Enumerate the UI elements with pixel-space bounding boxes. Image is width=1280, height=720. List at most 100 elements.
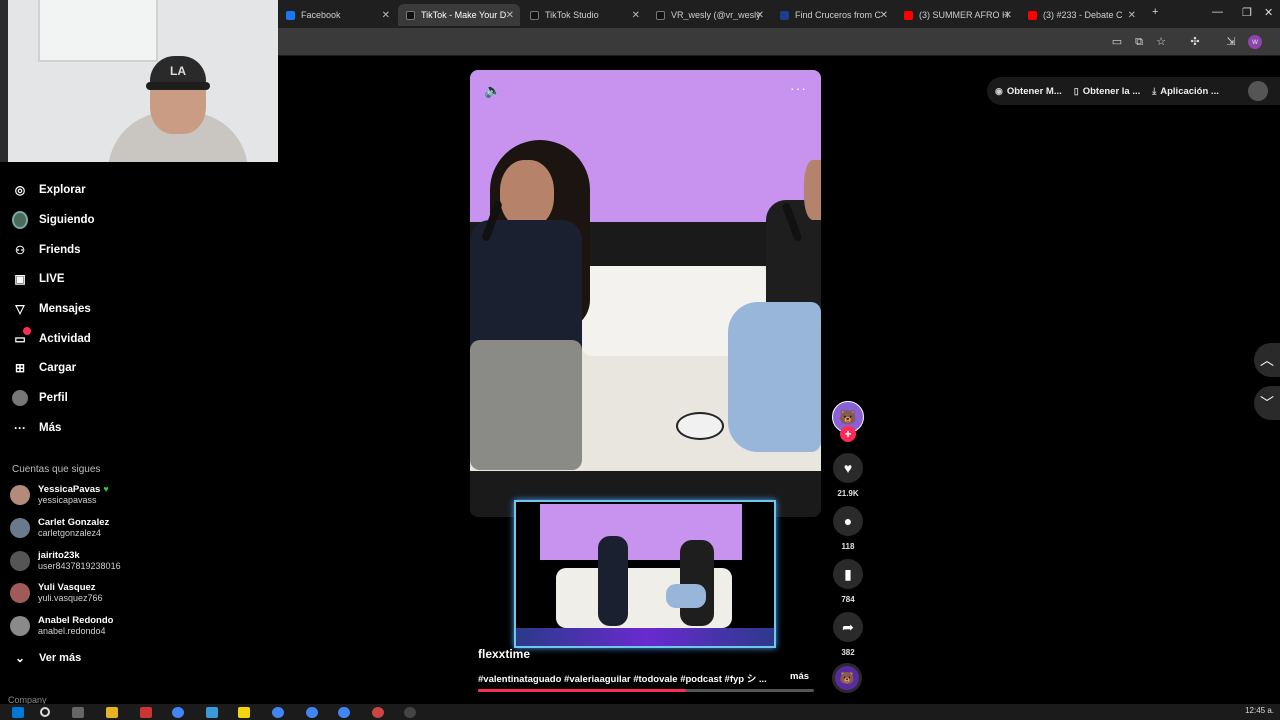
youtube-icon — [904, 10, 913, 20]
tab-facebook[interactable]: Facebook ✕ — [278, 4, 396, 26]
caption-more-button[interactable]: más — [790, 671, 809, 682]
tab-tiktok-studio[interactable]: TikTok Studio ✕ — [522, 4, 646, 26]
extensions-icon[interactable]: ✣ — [1188, 35, 1202, 49]
task-view-icon[interactable] — [72, 707, 84, 718]
bookmark-star-icon[interactable]: ☆ — [1154, 35, 1168, 49]
sidebar-item-mensajes[interactable]: ▽ Mensajes — [12, 299, 90, 319]
get-app-button[interactable]: ▯ Obtener la ... — [1074, 86, 1141, 97]
downloads-icon[interactable]: ⇲ — [1224, 35, 1238, 49]
save-action[interactable]: ▮ 784 — [831, 559, 865, 604]
windows-taskbar: 12:45 a. — [0, 704, 1280, 720]
close-icon[interactable]: ✕ — [1004, 10, 1012, 21]
account-handle: carletgonzalez4 — [38, 528, 102, 538]
close-icon[interactable]: ✕ — [880, 10, 888, 21]
chevron-up-icon: ︿ — [1260, 352, 1274, 368]
obs-icon[interactable] — [404, 707, 416, 718]
desktop-app-button[interactable]: ⤓ Aplicación ... — [1152, 86, 1219, 97]
bookmark-icon[interactable]: ▮ — [833, 559, 863, 589]
cap-logo: LA — [170, 64, 186, 78]
cast-icon[interactable]: ▭ — [1110, 35, 1124, 49]
sidebar-item-explorar[interactable]: ◎ Explorar — [12, 180, 86, 200]
chevron-down-icon: ⌄ — [14, 651, 26, 665]
account-handle: yuli.vasquez766 — [38, 593, 103, 603]
like-action[interactable]: ♥ 21.9K — [831, 453, 865, 498]
chrome-icon[interactable] — [338, 707, 350, 718]
chrome-icon[interactable] — [272, 707, 284, 718]
app-icon[interactable] — [372, 707, 384, 718]
preview-person-left — [598, 536, 628, 626]
see-more-button[interactable]: ⌄ Ver más — [12, 648, 81, 668]
follow-button[interactable]: + — [840, 426, 856, 442]
post-username[interactable]: flexxtime — [478, 647, 530, 661]
save-count: 784 — [841, 595, 855, 604]
close-icon[interactable]: ✕ — [382, 10, 390, 21]
translate-icon[interactable]: ⧉ — [1132, 35, 1146, 49]
followed-account[interactable]: YessicaPavas ♥ yessicapavass — [10, 482, 109, 508]
previous-video-button[interactable]: ︿ — [1254, 343, 1280, 377]
video-progress-bar[interactable] — [478, 689, 814, 692]
webcam-overlay: LA — [0, 0, 278, 162]
comment-icon[interactable]: ● — [833, 506, 863, 536]
followed-account[interactable]: Carlet Gonzalez carletgonzalez4 — [10, 515, 109, 541]
app-icon[interactable] — [140, 707, 152, 718]
sticky-notes-icon[interactable] — [238, 707, 250, 718]
next-video-button[interactable]: ﹀ — [1254, 386, 1280, 420]
sidebar-item-cargar[interactable]: ⊞ Cargar — [12, 358, 76, 378]
new-tab-button[interactable]: + — [1152, 6, 1158, 18]
more-icon: ··· — [14, 421, 26, 435]
account-handle: user8437819238016 — [38, 561, 121, 571]
share-icon[interactable]: ➦ — [833, 612, 863, 642]
sidebar-item-siguiendo[interactable]: Siguiendo — [12, 210, 95, 230]
music-disc-icon[interactable]: 🐻 — [832, 663, 862, 693]
profile-avatar-icon[interactable]: w — [1248, 35, 1262, 49]
sidebar-item-live[interactable]: ▣ LIVE — [12, 269, 65, 289]
sidebar-item-actividad[interactable]: ▭ Actividad — [12, 327, 91, 349]
account-handle: anabel.redondo4 — [38, 626, 106, 636]
close-icon[interactable]: ✕ — [506, 10, 514, 21]
maximize-button[interactable]: ❐ — [1242, 6, 1252, 19]
close-icon[interactable]: ✕ — [756, 10, 764, 21]
sidebar-item-perfil[interactable]: Perfil — [12, 388, 68, 408]
green-heart-icon: ♥ — [103, 484, 109, 494]
close-icon[interactable]: ✕ — [1128, 10, 1136, 21]
chrome-icon[interactable] — [306, 707, 318, 718]
windows-start-icon[interactable] — [12, 707, 24, 718]
tab-cruceros[interactable]: Find Cruceros from C ✕ — [772, 4, 894, 26]
comment-action[interactable]: ● 118 — [831, 506, 865, 551]
webcam-cap-brim — [146, 82, 210, 90]
video-more-options-button[interactable]: ··· — [790, 80, 807, 96]
followed-account[interactable]: Anabel Redondo anabel.redondo4 — [10, 613, 113, 639]
coin-icon: ◉ — [995, 85, 1003, 96]
user-avatar[interactable] — [1248, 81, 1268, 101]
search-icon[interactable] — [40, 707, 50, 717]
sidebar-item-mas[interactable]: ··· Más — [12, 418, 61, 438]
file-explorer-icon[interactable] — [106, 707, 118, 718]
notification-badge — [23, 327, 31, 335]
tab-label: Find Cruceros from C — [795, 10, 882, 20]
sidebar-item-label: LIVE — [39, 273, 65, 285]
tab-youtube-debate[interactable]: (3) #233 - Debate C ✕ — [1020, 4, 1142, 26]
followed-account[interactable]: Yuli Vasquez yuli.vasquez766 — [10, 580, 103, 606]
followed-account[interactable]: jairito23k user8437819238016 — [10, 548, 121, 574]
video-person-right-legs — [728, 302, 821, 452]
heart-icon[interactable]: ♥ — [833, 453, 863, 483]
sidebar-item-friends[interactable]: ⚇ Friends — [12, 240, 80, 260]
video-player[interactable]: 🔈 ··· — [470, 70, 821, 517]
following-section-title: Cuentas que sigues — [12, 464, 101, 475]
tab-label: VR_wesly (@vr_wesly — [671, 10, 761, 20]
tab-youtube-summer[interactable]: (3) SUMMER AFRO H ✕ — [896, 4, 1018, 26]
avatar — [10, 583, 30, 603]
tab-tiktok-active[interactable]: TikTok - Make Your D ✕ — [398, 4, 520, 26]
minimize-button[interactable]: — — [1212, 6, 1223, 18]
screen: Facebook ✕ TikTok - Make Your D ✕ TikTok… — [0, 0, 1280, 720]
compass-icon: ◎ — [14, 183, 26, 197]
close-icon[interactable]: ✕ — [632, 10, 640, 21]
share-action[interactable]: ➦ 382 — [831, 612, 865, 657]
get-coins-button[interactable]: ◉ Obtener M... — [995, 86, 1062, 97]
app-icon[interactable] — [206, 707, 218, 718]
tab-label: TikTok - Make Your D — [421, 10, 507, 20]
tab-vr-wesly[interactable]: VR_wesly (@vr_wesly ✕ — [648, 4, 770, 26]
volume-icon[interactable]: 🔈 — [484, 82, 501, 99]
chrome-icon[interactable] — [172, 707, 184, 718]
window-close-button[interactable]: ✕ — [1264, 6, 1273, 19]
